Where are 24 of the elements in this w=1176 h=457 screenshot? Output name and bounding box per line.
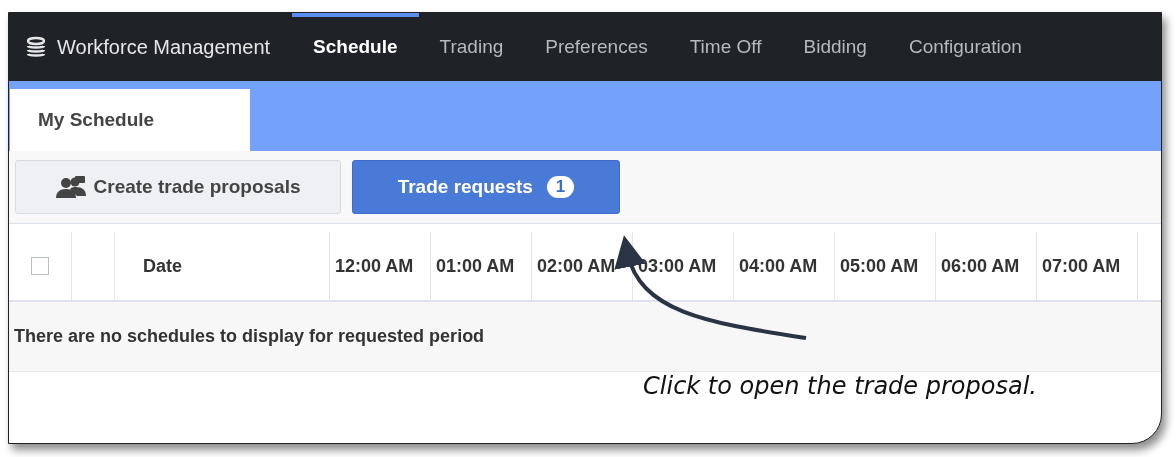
annotation-text: Click to open the trade proposal. [642, 371, 1038, 402]
nav-tab[interactable]: Preferences [524, 13, 669, 81]
column-header: Date [143, 255, 182, 277]
column-header: 02:00 AM [537, 255, 616, 277]
trade-requests-button[interactable]: Trade requests 1 [352, 160, 620, 214]
people-icon [55, 176, 86, 198]
column-header: 03:00 AM [638, 255, 717, 277]
column-header: 01:00 AM [436, 255, 515, 277]
nav-tab[interactable]: Configuration [887, 13, 1043, 81]
create-proposals-button[interactable]: Create trade proposals [15, 160, 341, 214]
page-tab[interactable]: My Schedule [10, 89, 250, 151]
app-title: Workforce Management [57, 35, 271, 59]
column-header: 12:00 AM [335, 255, 414, 277]
column-header: 05:00 AM [840, 255, 919, 277]
nav-tab[interactable]: Time Off [668, 13, 783, 81]
column-header: 06:00 AM [941, 255, 1020, 277]
column-header: 07:00 AM [1042, 255, 1121, 277]
empty-message: There are no schedules to display for requested period [14, 326, 485, 347]
select-all-checkbox[interactable] [31, 257, 49, 275]
database-icon [25, 36, 47, 58]
nav-tab[interactable]: Bidding [782, 13, 888, 81]
count-badge: 1 [546, 176, 575, 198]
nav-tab[interactable]: Trading [418, 13, 525, 81]
column-header: 04:00 AM [739, 255, 818, 277]
